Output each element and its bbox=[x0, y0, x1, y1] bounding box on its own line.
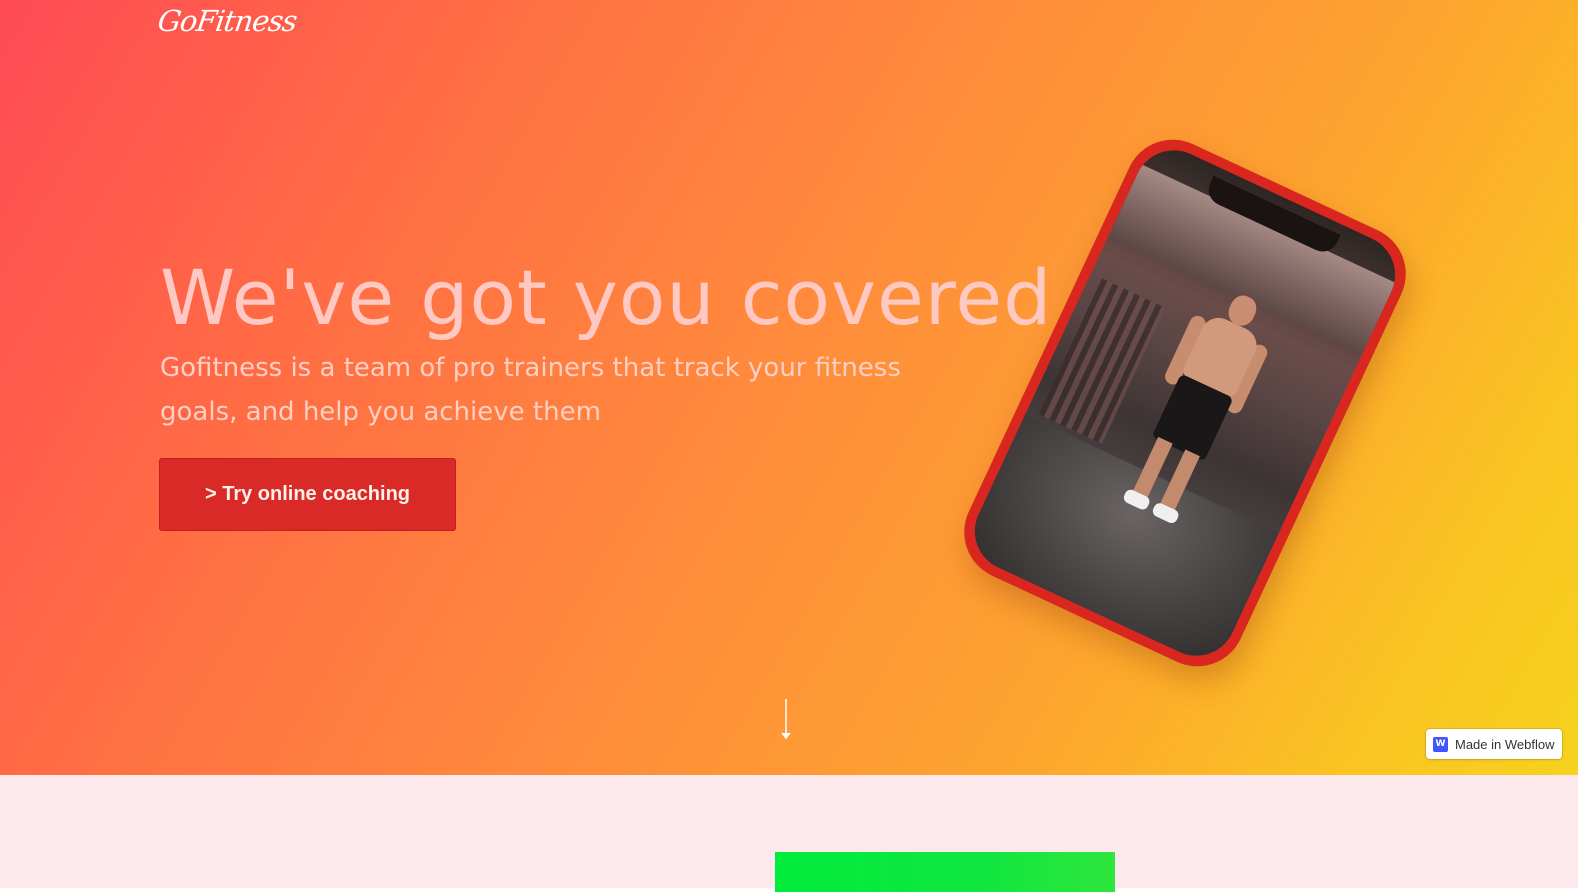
phone-screen-photo bbox=[961, 137, 1409, 669]
hero-section: GoFitness We've got you covered Gofitnes… bbox=[0, 0, 1578, 775]
arrow-down-icon[interactable] bbox=[778, 697, 794, 743]
webflow-logo-icon: W bbox=[1433, 736, 1448, 752]
try-online-coaching-button[interactable]: > Try online coaching bbox=[159, 458, 456, 531]
phone-body bbox=[948, 123, 1422, 683]
made-in-webflow-label: Made in Webflow bbox=[1455, 736, 1555, 752]
phone-mockup bbox=[948, 123, 1422, 683]
brand-logo[interactable]: GoFitness bbox=[156, 4, 299, 38]
green-banner-block bbox=[775, 852, 1115, 892]
hero-headline: We've got you covered bbox=[160, 253, 1053, 342]
gym-floor bbox=[961, 414, 1279, 669]
next-section bbox=[0, 775, 1578, 892]
made-in-webflow-badge[interactable]: W Made in Webflow bbox=[1426, 729, 1562, 759]
hero-subtext: Gofitness is a team of pro trainers that… bbox=[160, 353, 901, 427]
